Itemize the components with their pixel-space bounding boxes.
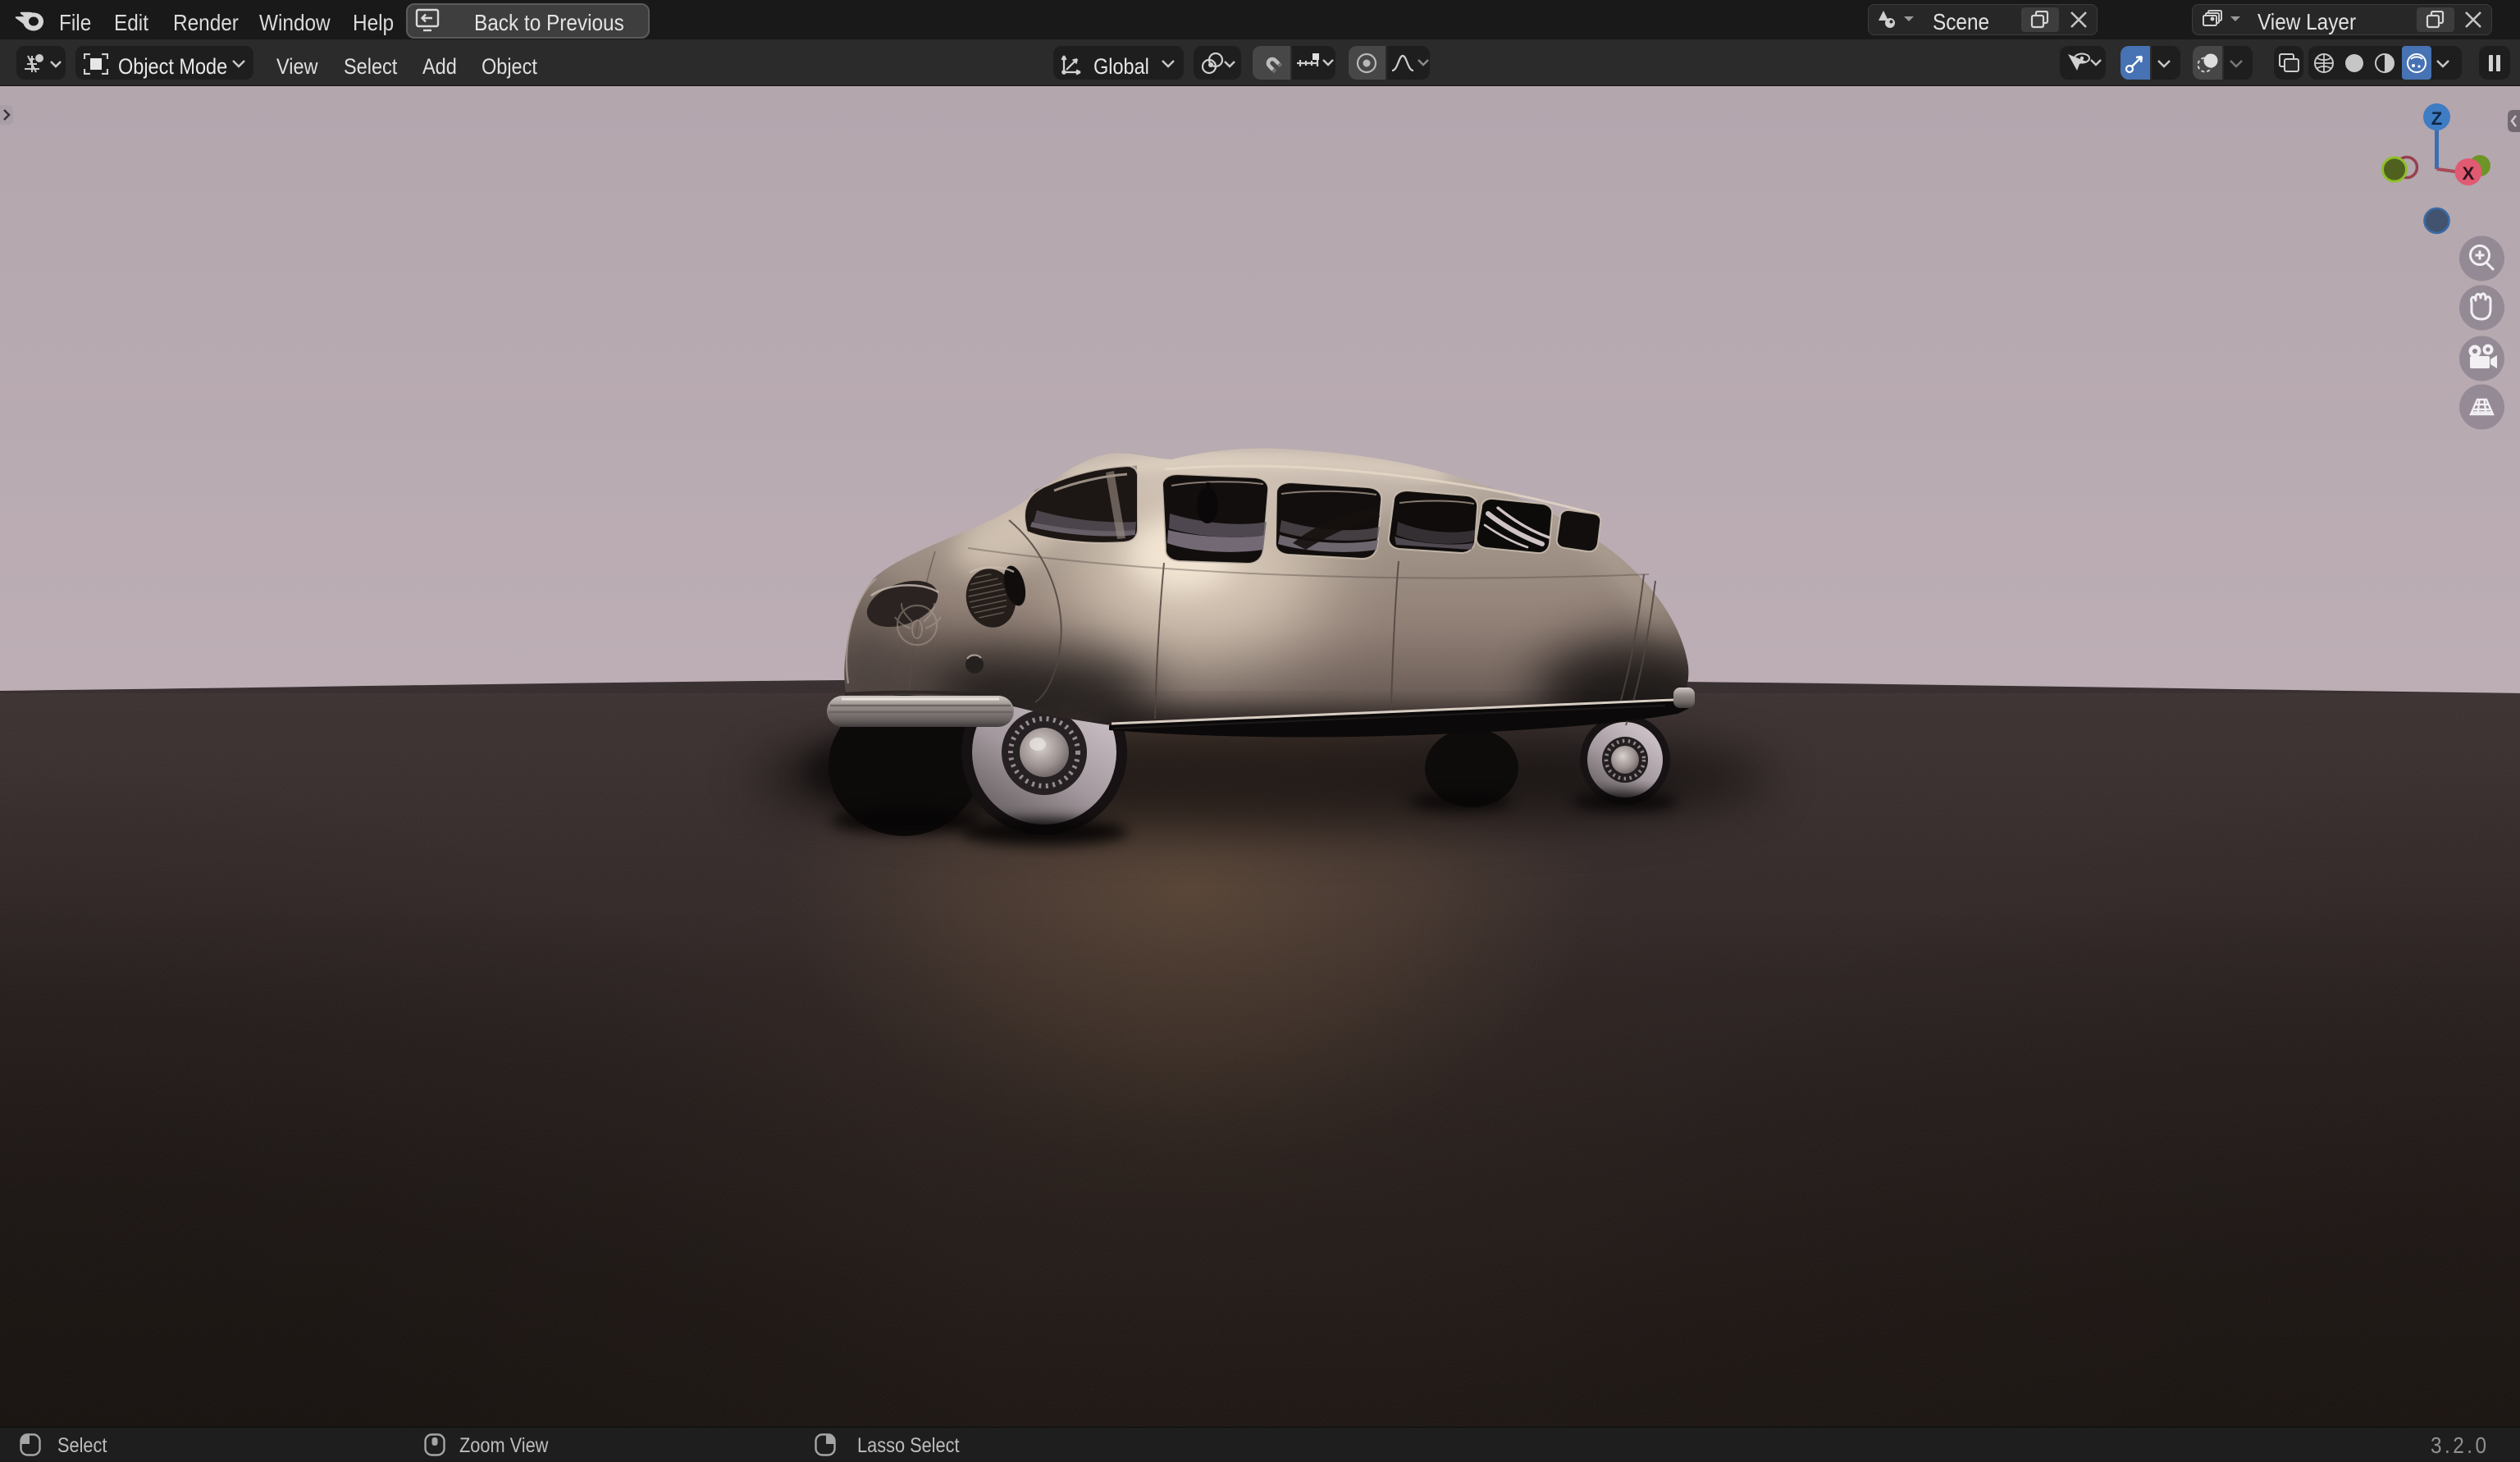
svg-text:Z: Z <box>2431 108 2442 129</box>
svg-text:X: X <box>2463 163 2475 184</box>
